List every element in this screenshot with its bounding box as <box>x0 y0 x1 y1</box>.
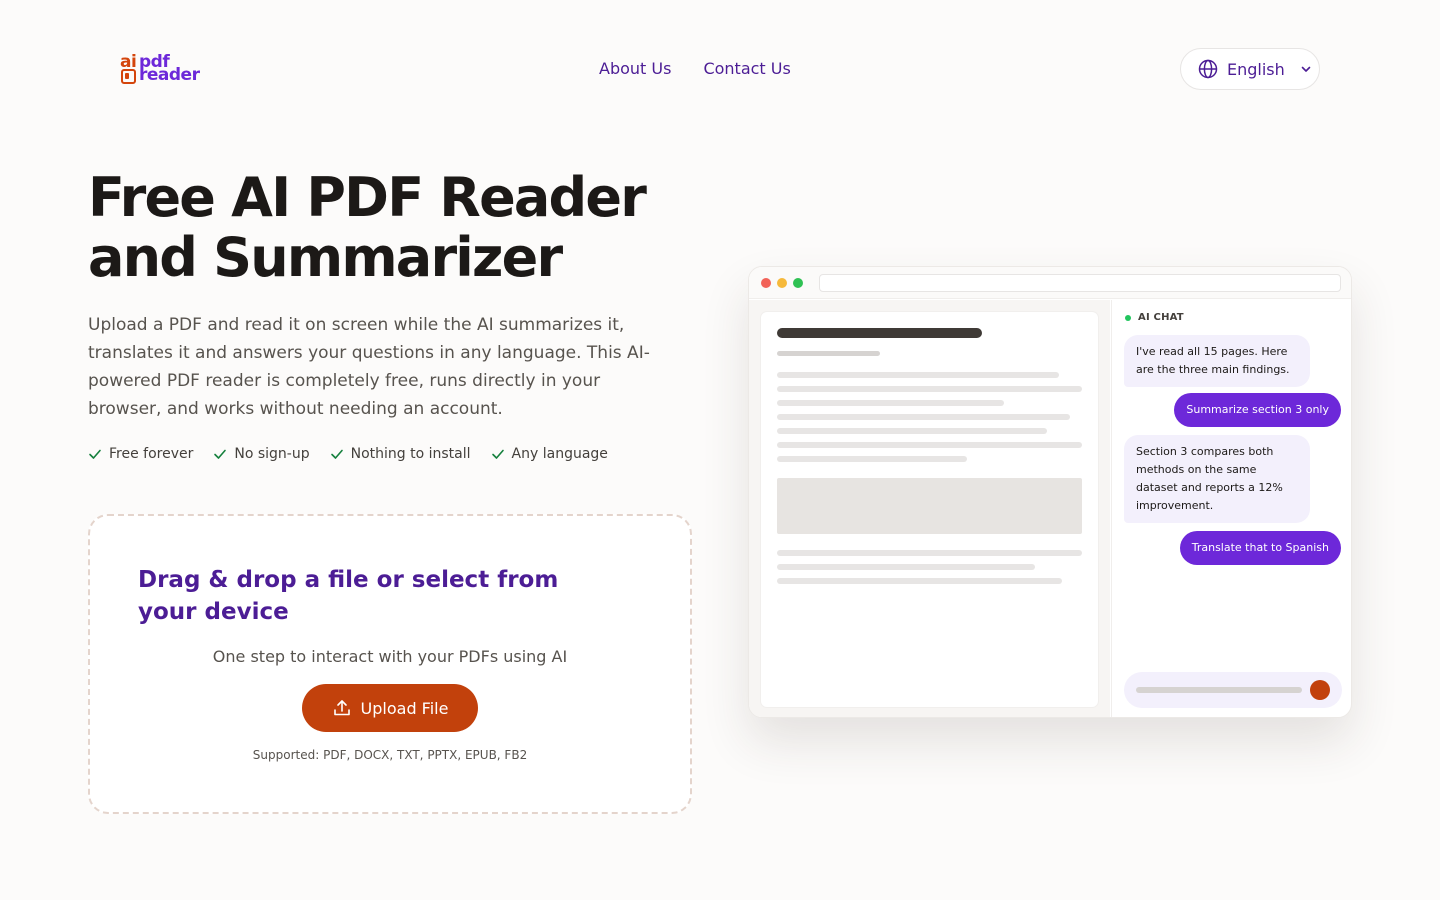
doc-text-line <box>777 372 1059 378</box>
upload-file-button[interactable]: Upload File <box>302 684 478 732</box>
address-bar <box>819 274 1341 292</box>
document-icon <box>121 69 136 84</box>
doc-text-line <box>777 442 1082 448</box>
logo-reader-text: reader <box>139 65 200 85</box>
window-close-dot <box>761 278 771 288</box>
feature-check-item: No sign-up <box>213 446 310 462</box>
doc-text-line <box>777 456 967 462</box>
doc-title-placeholder <box>777 328 982 338</box>
language-label: English <box>1227 59 1285 79</box>
doc-text-line <box>777 400 1004 406</box>
chat-message-ai: Section 3 compares both methods on the s… <box>1124 435 1310 523</box>
chat-message-ai: I've read all 15 pages. Here are the thr… <box>1124 335 1310 387</box>
ai-chat-panel: AI CHAT I've read all 15 pages. Here are… <box>1111 300 1351 717</box>
globe-icon <box>1198 59 1218 79</box>
status-dot <box>1125 314 1131 321</box>
upload-title: Drag & drop a file or select from your d… <box>138 567 559 625</box>
supported-formats: Supported: PDF, DOCX, TXT, PPTX, EPUB, F… <box>252 748 528 762</box>
feature-check-item: Any language <box>491 446 608 462</box>
doc-text-line <box>777 386 1082 392</box>
doc-text-line <box>777 564 1035 570</box>
check-icon <box>491 449 504 459</box>
doc-image-placeholder <box>777 478 1082 534</box>
window-titlebar <box>749 267 1351 299</box>
feature-label: Any language <box>511 446 608 462</box>
doc-text-line <box>777 428 1047 434</box>
send-button <box>1310 680 1330 700</box>
check-icon <box>214 449 227 459</box>
nav-contact-us[interactable]: Contact Us <box>703 59 790 78</box>
feature-label: No sign-up <box>234 446 310 462</box>
document-page <box>761 312 1098 707</box>
upload-icon <box>333 700 350 716</box>
feature-check-item: Free forever <box>88 446 193 462</box>
upload-button-label: Upload File <box>360 698 449 718</box>
page-title: Free AI PDF Reader and Summarizer <box>88 166 647 289</box>
chevron-down-icon <box>1301 66 1311 72</box>
nav-about-us[interactable]: About Us <box>599 59 671 78</box>
doc-text-line <box>777 550 1082 556</box>
window-minimize-dot <box>777 278 787 288</box>
language-selector[interactable]: English <box>1180 48 1320 90</box>
upload-description: One step to interact with your PDFs usin… <box>212 647 568 666</box>
feature-check-item: Nothing to install <box>330 446 471 462</box>
check-icon <box>89 449 101 459</box>
chat-message-user: Summarize section 3 only <box>1174 393 1341 427</box>
chat-input-field <box>1124 672 1342 708</box>
feature-checks: Free forever No sign-up Nothing to insta… <box>88 446 608 462</box>
chat-message-user: Translate that to Spanish <box>1179 531 1341 565</box>
feature-label: Nothing to install <box>350 446 471 462</box>
chat-header: AI CHAT <box>1125 312 1184 323</box>
hero-subtitle: Upload a PDF and read it on screen while… <box>88 315 650 419</box>
upload-dropzone[interactable]: Drag & drop a file or select from your d… <box>88 514 692 814</box>
logo[interactable]: ai pdf reader <box>120 52 210 88</box>
doc-text-line <box>777 578 1062 584</box>
app-preview-window: AI CHAT I've read all 15 pages. Here are… <box>748 266 1352 718</box>
feature-label: Free forever <box>109 446 194 462</box>
main-nav: About Us Contact Us <box>599 59 791 78</box>
doc-subtitle-placeholder <box>777 351 880 356</box>
check-icon <box>330 449 343 459</box>
chat-label-text: AI CHAT <box>1138 312 1184 323</box>
input-placeholder-line <box>1136 687 1302 693</box>
window-maximize-dot <box>793 278 803 288</box>
doc-text-line <box>777 414 1070 420</box>
